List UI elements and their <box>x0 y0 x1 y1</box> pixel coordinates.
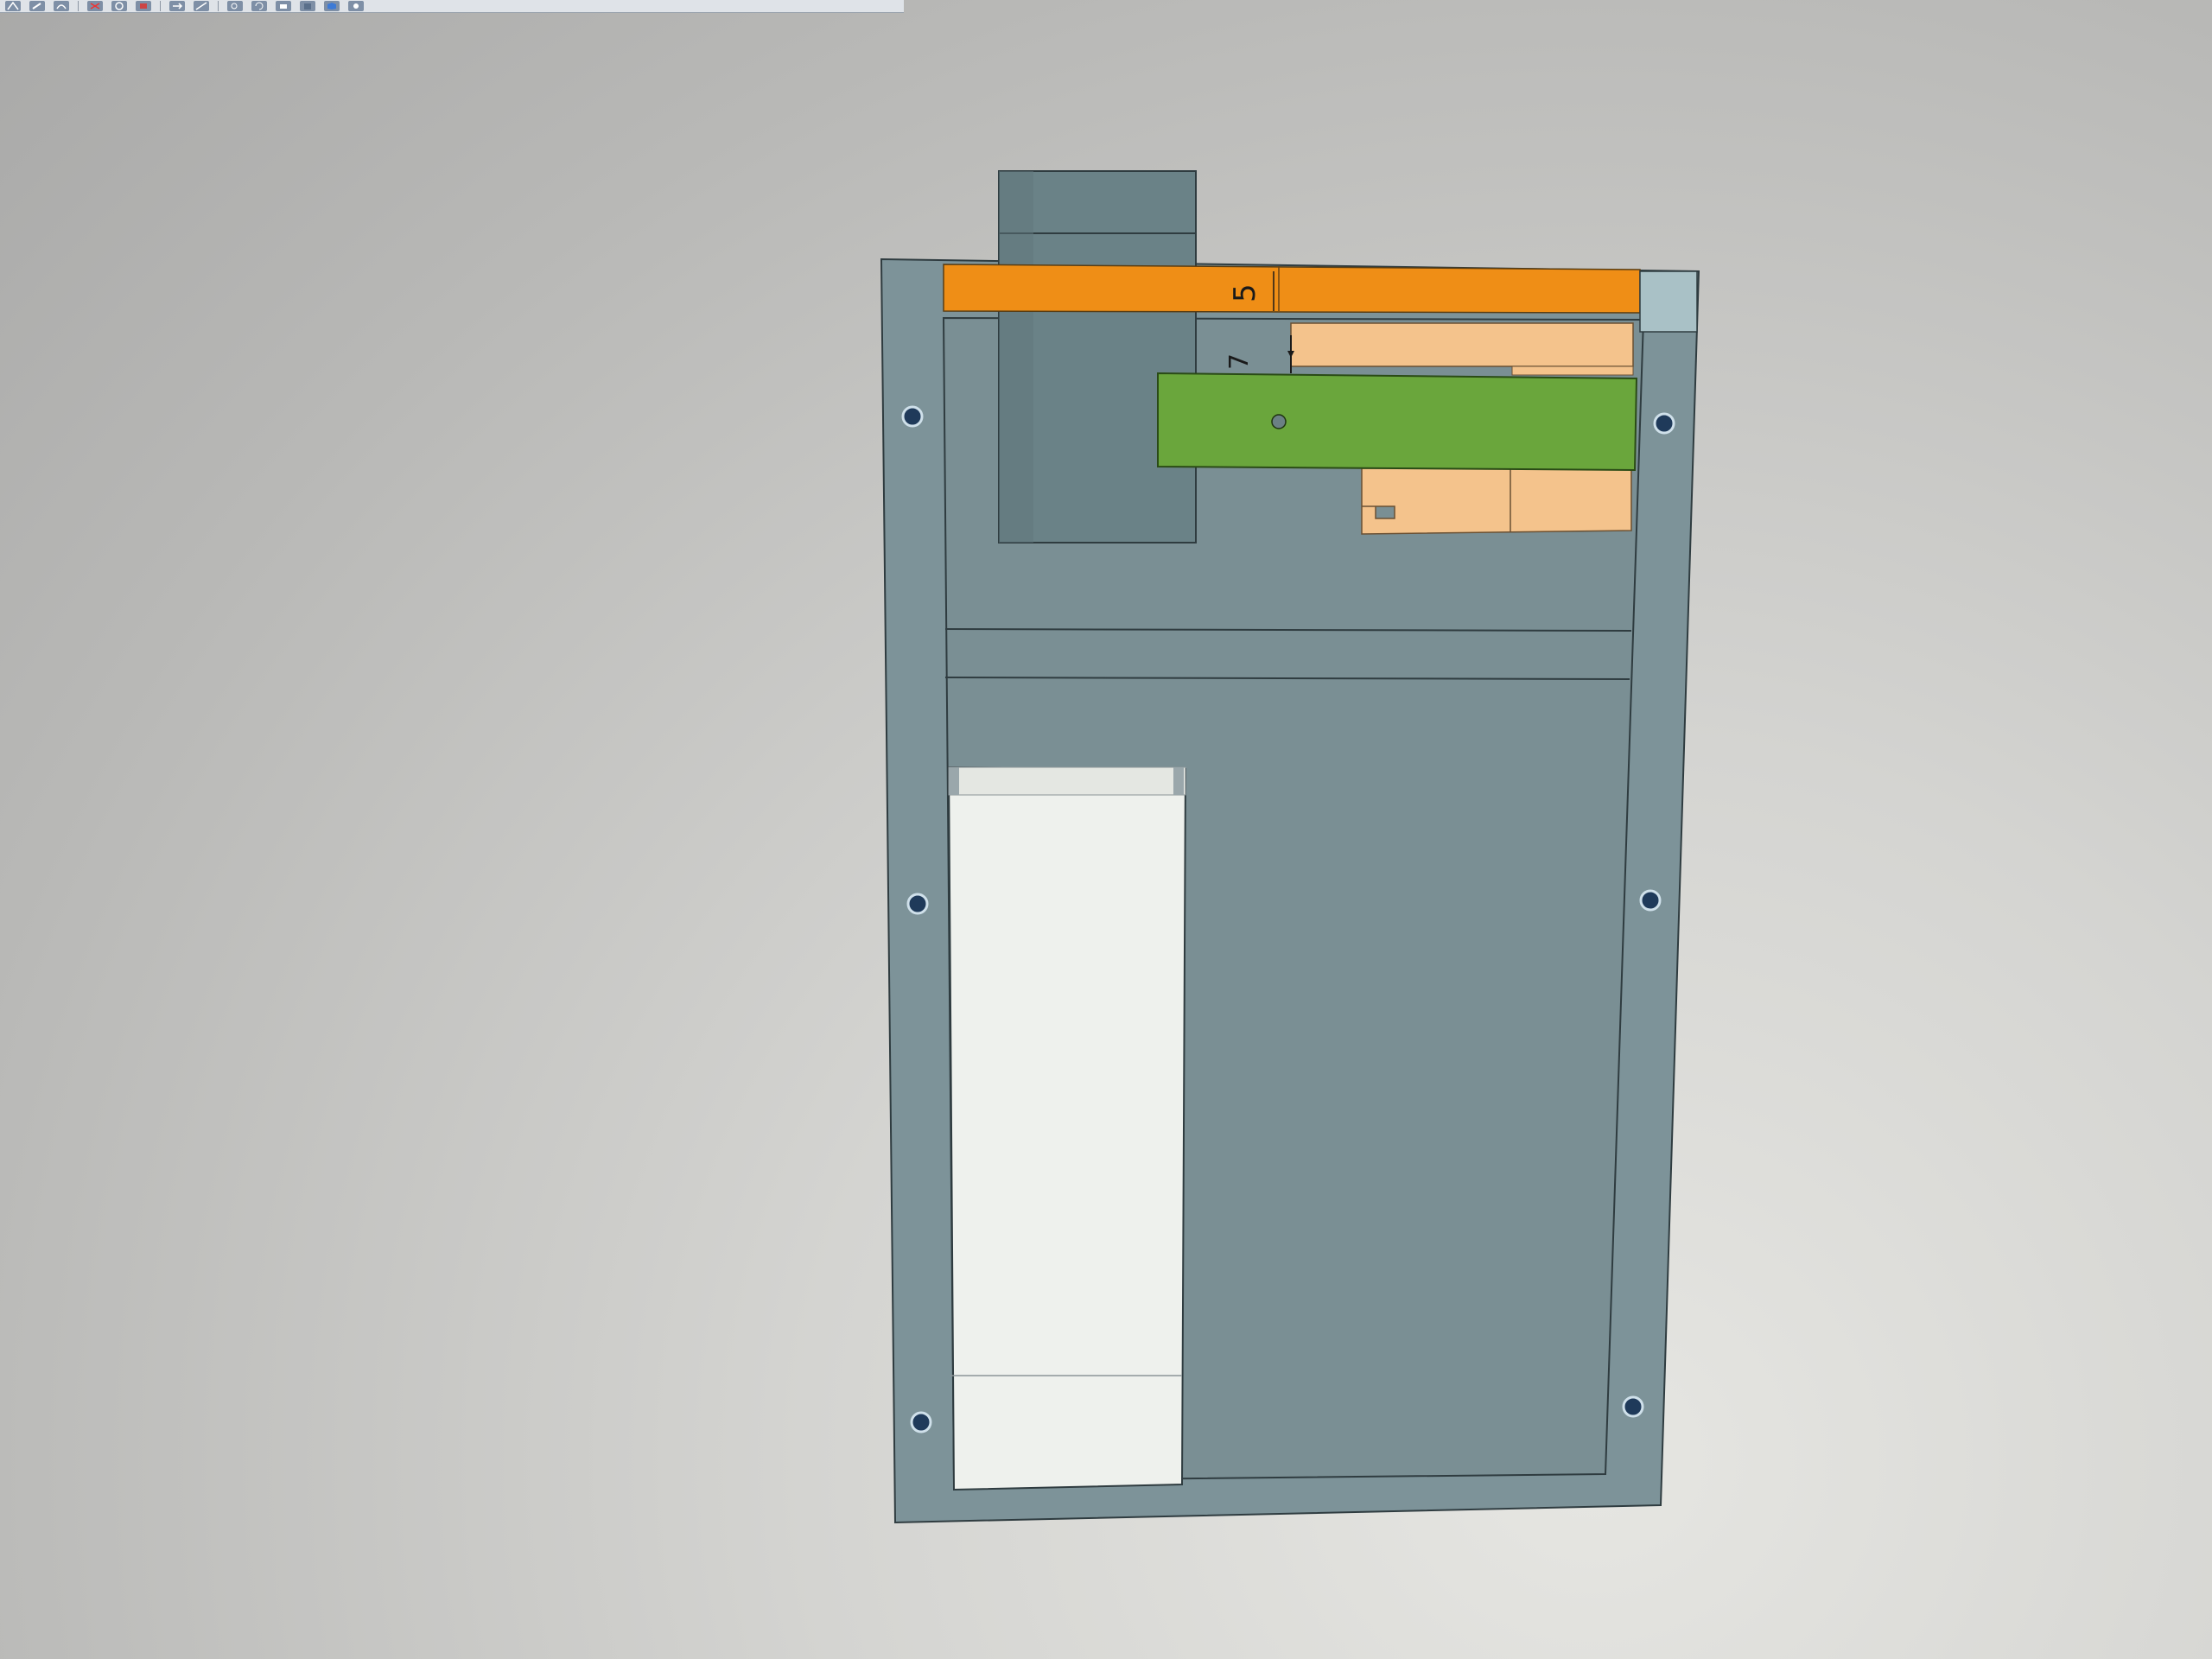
mounting-hole[interactable] <box>901 405 924 428</box>
toolbar-separator <box>78 1 79 11</box>
dimension-5-label[interactable]: 5 <box>1228 283 1262 302</box>
mounting-hole[interactable] <box>906 893 929 915</box>
cad-model-view[interactable]: 5 7 <box>0 12 2212 1659</box>
view-icon[interactable] <box>194 1 209 11</box>
opening-lip-left-tab <box>949 767 959 795</box>
settings-icon[interactable] <box>348 1 364 11</box>
opening-lip-right-tab <box>1173 767 1184 795</box>
3d-viewport[interactable]: 5 7 <box>0 12 2212 1659</box>
pencil-icon[interactable] <box>29 1 45 11</box>
peach-block-bottom[interactable] <box>1361 466 1632 535</box>
cad-toolbar <box>0 0 904 13</box>
peach-strip-top[interactable] <box>1290 322 1634 367</box>
corner-block[interactable] <box>1639 270 1698 333</box>
green-board-part[interactable] <box>1157 372 1638 472</box>
trim-icon[interactable] <box>87 1 103 11</box>
orange-bar-part[interactable] <box>943 264 1641 314</box>
opening-top-lip <box>948 766 1186 796</box>
zoom-icon[interactable] <box>227 1 243 11</box>
arc-icon[interactable] <box>54 1 69 11</box>
toolbar-separator <box>218 1 219 11</box>
mounting-hole[interactable] <box>910 1411 932 1433</box>
mounting-hole[interactable] <box>1639 889 1662 912</box>
rotate-icon[interactable] <box>251 1 267 11</box>
arrow-icon[interactable] <box>169 1 185 11</box>
cube-icon[interactable] <box>324 1 340 11</box>
dimension-7-label[interactable]: 7 <box>1224 353 1255 370</box>
shape-icon[interactable] <box>136 1 151 11</box>
mounting-hole[interactable] <box>1653 412 1675 435</box>
toolbar-separator <box>160 1 161 11</box>
peach-strip-middle[interactable] <box>1511 365 1634 376</box>
print-icon[interactable] <box>276 1 291 11</box>
green-board-hole[interactable] <box>1271 414 1287 429</box>
mounting-hole[interactable] <box>1622 1395 1644 1418</box>
cylinder-shade <box>999 171 1033 543</box>
box-icon[interactable] <box>300 1 315 11</box>
panel-opening[interactable] <box>947 766 1187 1491</box>
sketch-icon[interactable] <box>5 1 21 11</box>
circle-icon[interactable] <box>111 1 127 11</box>
